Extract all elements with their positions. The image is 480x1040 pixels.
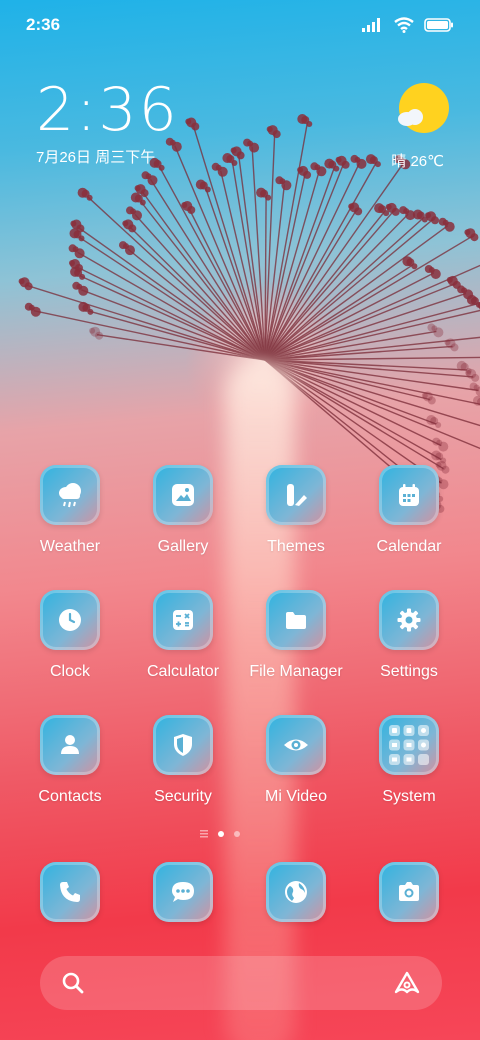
app-file-manager[interactable]: File Manager xyxy=(236,590,356,681)
signal-icon xyxy=(362,18,380,32)
gear-icon xyxy=(397,608,421,632)
browser-globe-icon xyxy=(285,881,307,903)
app-calculator[interactable]: Calculator xyxy=(123,590,243,681)
app-label: Weather xyxy=(39,538,101,555)
search-icon xyxy=(62,972,84,994)
app-gallery[interactable]: Gallery xyxy=(123,465,243,556)
app-label: Security xyxy=(154,788,212,805)
app-label: System xyxy=(382,788,436,805)
home-screen: 2:36 2:36 7月26日 周三下午 晴 26℃ Weather Galle… xyxy=(0,0,480,1040)
app-contacts[interactable]: Contacts xyxy=(10,715,130,806)
folder-icon xyxy=(286,612,306,629)
app-security[interactable]: Security xyxy=(123,715,243,806)
app-label: Calendar xyxy=(376,538,442,555)
app-label: Calculator xyxy=(146,663,220,680)
clock-widget-time: 2:36 xyxy=(36,75,179,145)
app-mi-video[interactable]: Mi Video xyxy=(236,715,356,806)
calculator-icon xyxy=(173,610,193,630)
clock-icon xyxy=(59,609,81,631)
app-system-folder[interactable]: System xyxy=(349,715,469,806)
clock-widget-date: 7月26日 周三下午 xyxy=(36,149,156,166)
clock-widget[interactable]: 2:36 7月26日 周三下午 xyxy=(36,80,179,167)
calendar-icon xyxy=(399,484,419,506)
app-clock[interactable]: Clock xyxy=(10,590,130,681)
camera-icon xyxy=(399,882,419,901)
wifi-icon xyxy=(394,17,414,33)
status-bar: 2:36 xyxy=(0,0,480,50)
weather-widget[interactable]: 晴 26℃ xyxy=(391,82,449,171)
folder-grid-icon xyxy=(389,725,429,765)
app-label: Mi Video xyxy=(265,788,327,805)
app-label: Clock xyxy=(49,663,90,680)
app-label: File Manager xyxy=(249,663,343,680)
sun-cloud-icon xyxy=(398,83,449,133)
app-label: Contacts xyxy=(38,788,102,805)
dock-camera[interactable] xyxy=(379,862,439,922)
page-indicator[interactable] xyxy=(200,830,240,838)
weather-text: 晴 26℃ xyxy=(391,153,444,170)
list-icon xyxy=(200,830,208,838)
app-settings[interactable]: Settings xyxy=(349,590,469,681)
dock-browser[interactable] xyxy=(266,862,326,922)
app-themes[interactable]: Themes xyxy=(236,465,356,556)
cloud-rain-icon xyxy=(59,483,81,508)
message-icon xyxy=(172,882,194,902)
assistant-icon[interactable] xyxy=(392,970,422,996)
dock-messages[interactable] xyxy=(153,862,213,922)
image-icon xyxy=(172,484,194,506)
app-calendar[interactable]: Calendar xyxy=(349,465,469,556)
battery-icon xyxy=(424,18,453,32)
status-time: 2:36 xyxy=(26,15,61,34)
app-label: Themes xyxy=(267,538,325,555)
search-bar[interactable] xyxy=(40,956,442,1010)
person-icon xyxy=(61,735,79,754)
wallpaper-stem xyxy=(225,360,295,1040)
shield-icon xyxy=(174,734,192,756)
dock-phone[interactable] xyxy=(40,862,100,922)
app-weather[interactable]: Weather xyxy=(10,465,130,556)
app-label: Gallery xyxy=(157,538,209,555)
themes-icon xyxy=(287,484,307,506)
phone-icon xyxy=(60,882,80,902)
eye-icon xyxy=(284,739,308,751)
page-dot xyxy=(234,831,240,837)
page-dot-active xyxy=(218,831,224,837)
app-label: Settings xyxy=(380,663,438,680)
